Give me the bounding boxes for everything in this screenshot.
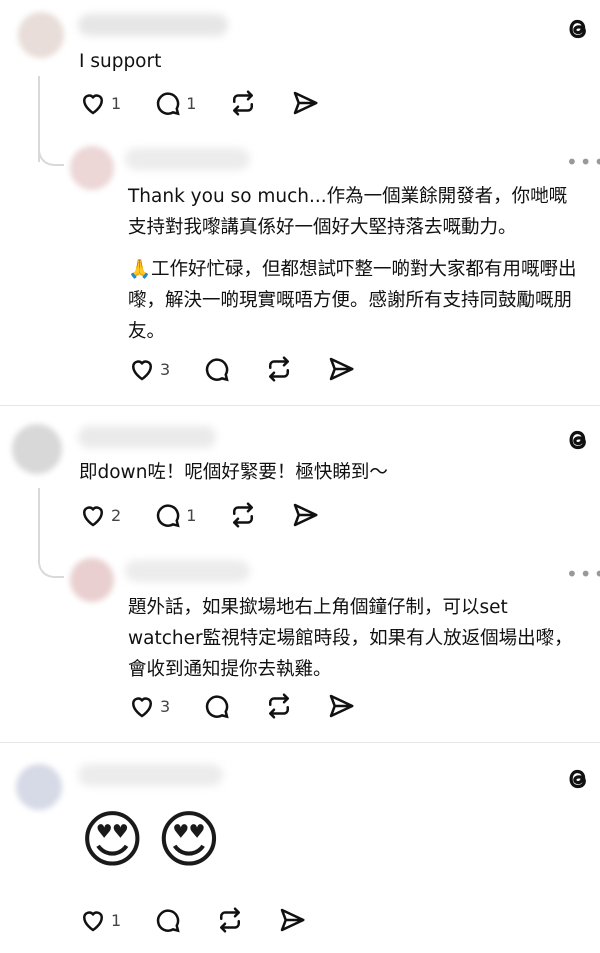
repost-button[interactable] xyxy=(264,354,294,384)
share-button[interactable] xyxy=(277,905,307,935)
heart-icon xyxy=(82,94,104,115)
reply-username-blurred[interactable] xyxy=(125,560,250,582)
comment-icon xyxy=(157,92,180,116)
divider xyxy=(0,405,600,406)
heart-eyes-emoji: 😍 xyxy=(80,803,145,876)
repost-icon xyxy=(220,907,241,933)
send-icon xyxy=(329,357,354,381)
action-bar: 1 1 xyxy=(78,88,320,118)
repost-button[interactable] xyxy=(228,500,258,530)
reply-action-bar: 3 xyxy=(127,691,356,721)
like-count: 3 xyxy=(160,359,171,379)
reply-avatar[interactable] xyxy=(70,146,114,190)
reply-avatar[interactable] xyxy=(70,558,114,602)
comment-text: 即down咗！呢個好緊要！極快睇到～ xyxy=(79,462,388,483)
like-count: 1 xyxy=(111,910,122,930)
like-button[interactable]: 1 xyxy=(78,88,121,118)
like-button[interactable]: 2 xyxy=(78,500,121,530)
share-button[interactable] xyxy=(290,500,320,530)
reply-button[interactable] xyxy=(202,354,232,384)
reply-text-1: 題外話，如果撳場地右上角個鐘仔制，可以set watcher監視特定場館時段，如… xyxy=(128,597,573,680)
heart-icon xyxy=(82,911,104,932)
avatar[interactable] xyxy=(12,424,62,474)
send-icon xyxy=(294,91,318,115)
thread-connector xyxy=(38,488,40,554)
username-blurred[interactable] xyxy=(78,426,216,448)
thread-connector-curve xyxy=(38,140,64,166)
action-bar: 1 xyxy=(78,905,307,935)
like-button[interactable]: 3 xyxy=(127,354,170,384)
comment-icon xyxy=(157,909,180,933)
more-options-button[interactable]: ••• xyxy=(566,150,600,174)
comment-icon xyxy=(206,358,229,382)
reply-count: 1 xyxy=(186,93,197,113)
reply-button[interactable] xyxy=(202,691,232,721)
like-button[interactable]: 3 xyxy=(127,691,170,721)
repost-button[interactable] xyxy=(264,691,294,721)
share-button[interactable] xyxy=(326,691,356,721)
reply-count: 1 xyxy=(186,505,197,525)
reply-button[interactable]: 1 xyxy=(153,500,196,530)
like-count: 2 xyxy=(111,505,122,525)
username-blurred[interactable] xyxy=(78,764,223,786)
send-icon xyxy=(294,503,318,527)
username-blurred[interactable] xyxy=(78,14,228,36)
send-icon xyxy=(329,694,354,718)
avatar[interactable] xyxy=(18,12,64,58)
like-count: 3 xyxy=(160,696,171,716)
share-button[interactable] xyxy=(326,354,356,384)
reply-text-2: 🙏工作好忙碌，但都想試吓整一啲對大家都有用嘅嘢出嚟，解決一啲現實嘅唔方便。感謝所… xyxy=(128,259,577,342)
repost-button[interactable] xyxy=(228,88,258,118)
heart-eyes-emoji: 😍 xyxy=(156,803,222,876)
repost-icon xyxy=(269,693,290,719)
repost-icon xyxy=(233,90,254,116)
comment-text: I support xyxy=(79,51,162,72)
heart-icon xyxy=(131,360,153,381)
comment-icon xyxy=(206,695,229,719)
emoji-content: 😍 😍 xyxy=(80,805,221,875)
repost-button[interactable] xyxy=(215,905,245,935)
like-button[interactable]: 1 xyxy=(78,905,121,935)
action-bar: 2 1 xyxy=(78,500,320,530)
like-count: 1 xyxy=(111,93,122,113)
heart-icon xyxy=(131,697,153,718)
comment-icon xyxy=(157,504,180,528)
divider xyxy=(0,742,600,743)
reply-button[interactable]: 1 xyxy=(153,88,196,118)
threads-icon[interactable] xyxy=(563,425,593,455)
avatar[interactable] xyxy=(16,764,62,810)
reply-username-blurred[interactable] xyxy=(125,148,250,170)
threads-icon[interactable] xyxy=(563,14,593,44)
share-button[interactable] xyxy=(290,88,320,118)
repost-icon xyxy=(233,502,254,528)
threads-icon[interactable] xyxy=(563,764,593,794)
reply-button[interactable] xyxy=(153,905,183,935)
reply-text-1: Thank you so much...作為一個業餘開發者，你哋嘅支持對我嚟講真… xyxy=(128,186,568,238)
repost-icon xyxy=(269,356,290,382)
heart-icon xyxy=(82,506,104,527)
more-options-button[interactable]: ••• xyxy=(566,562,600,586)
reply-action-bar: 3 xyxy=(127,354,356,384)
send-icon xyxy=(280,908,305,932)
thread-connector-curve xyxy=(38,552,64,578)
